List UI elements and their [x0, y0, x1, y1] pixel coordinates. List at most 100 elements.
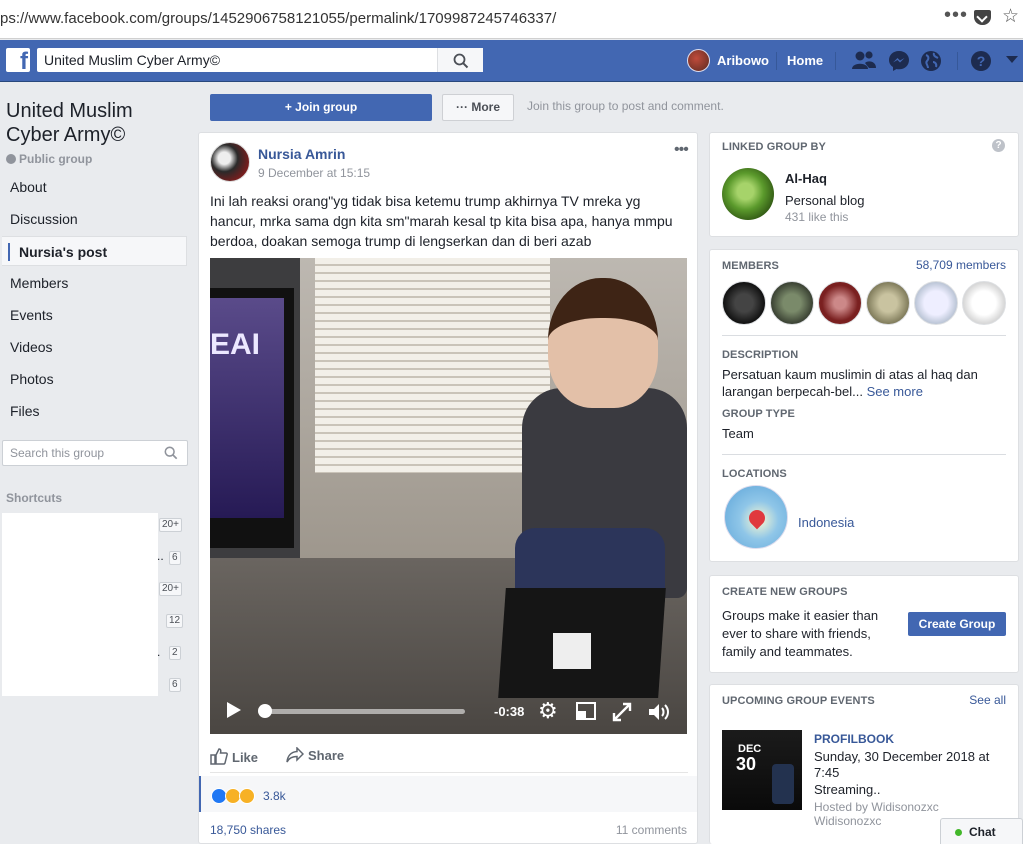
sidebar-item-events[interactable]: Events: [2, 300, 187, 330]
help-icon[interactable]: ?: [992, 139, 1005, 152]
facebook-logo-icon[interactable]: f: [6, 48, 30, 72]
post-author[interactable]: Nursia Amrin: [258, 146, 345, 162]
ellipsis-icon: ···: [455, 100, 468, 114]
svg-text:?: ?: [977, 53, 986, 69]
locations-title: LOCATIONS: [722, 468, 787, 480]
linked-page-avatar[interactable]: [722, 168, 774, 220]
facebook-top-bar: f Aribowo Home ?: [0, 40, 1023, 82]
video-time-remaining: -0:38: [494, 704, 525, 719]
see-more-link[interactable]: See more: [867, 384, 923, 399]
video-progress-bar[interactable]: [262, 709, 465, 714]
home-link[interactable]: Home: [787, 53, 823, 68]
profile-link[interactable]: Aribowo: [717, 53, 769, 68]
shortcut-badge: 20+: [159, 582, 182, 596]
avatar[interactable]: [866, 281, 910, 325]
join-group-button[interactable]: + Join group: [210, 94, 432, 121]
globe-icon[interactable]: [920, 50, 942, 72]
reactions-bar[interactable]: 3.8k: [199, 776, 697, 812]
shortcut-badge: 2: [169, 646, 181, 660]
shares-count[interactable]: 18,750 shares: [210, 823, 286, 837]
ellipsis-icon[interactable]: •••: [944, 4, 968, 27]
caret-down-icon[interactable]: [1006, 56, 1018, 64]
pocket-icon[interactable]: [974, 10, 991, 25]
sidebar-item-discussion[interactable]: Discussion: [2, 204, 187, 234]
browser-url-bar[interactable]: ps://www.facebook.com/groups/14529067581…: [0, 0, 1023, 39]
group-type-title: GROUP TYPE: [722, 408, 795, 420]
shortcut-badge: 20+: [159, 518, 182, 532]
chat-tab[interactable]: Chat: [940, 818, 1023, 844]
event-day: 30: [736, 754, 757, 774]
upcoming-events-title: UPCOMING GROUP EVENTS: [722, 695, 875, 707]
divider: [776, 52, 777, 70]
linked-page-category: Personal blog: [785, 193, 865, 208]
reactions-count[interactable]: 3.8k: [263, 789, 286, 803]
group-privacy: Public group: [6, 152, 92, 166]
event-image-detail: [772, 764, 794, 804]
sidebar-item-videos[interactable]: Videos: [2, 332, 187, 362]
share-button[interactable]: Share: [286, 746, 344, 763]
play-icon[interactable]: [227, 702, 241, 718]
comments-count[interactable]: 11 comments: [616, 823, 687, 837]
linked-page-name[interactable]: Al-Haq: [785, 171, 827, 186]
event-status: Streaming..: [814, 782, 881, 797]
picture-in-picture-icon[interactable]: [576, 702, 596, 720]
friend-requests-icon[interactable]: [851, 50, 877, 70]
like-button[interactable]: Like: [210, 747, 258, 765]
see-all-link[interactable]: See all: [969, 693, 1006, 707]
avatar[interactable]: [210, 142, 250, 182]
group-type-value: Team: [722, 426, 754, 441]
location-link[interactable]: Indonesia: [798, 515, 854, 530]
location-map[interactable]: [724, 485, 788, 549]
post-card: Nursia Amrin 9 December at 15:15 ••• Ini…: [198, 132, 698, 844]
avatar[interactable]: [962, 281, 1006, 325]
linked-page-likes: 431 like this: [785, 210, 849, 224]
divider: [722, 454, 1006, 455]
video-frame: [315, 258, 550, 473]
divider: [722, 335, 1006, 336]
search-button[interactable]: [437, 48, 483, 72]
share-icon: [286, 746, 305, 763]
sidebar-item-nursias-post[interactable]: Nursia's post: [2, 236, 187, 266]
search-icon[interactable]: [164, 446, 178, 460]
shortcuts-title: Shortcuts: [6, 491, 63, 505]
help-icon[interactable]: ?: [970, 50, 992, 72]
avatar[interactable]: [722, 281, 766, 325]
video-frame: [548, 278, 658, 408]
sidebar-item-about[interactable]: About: [2, 172, 187, 202]
create-group-card: CREATE NEW GROUPS Groups make it easier …: [709, 575, 1019, 673]
avatar[interactable]: [818, 281, 862, 325]
post-timestamp[interactable]: 9 December at 15:15: [258, 166, 370, 180]
avatar[interactable]: [770, 281, 814, 325]
more-button[interactable]: ··· More: [442, 94, 514, 121]
create-group-button[interactable]: Create Group: [908, 612, 1006, 636]
event-name[interactable]: PROFILBOOK: [814, 732, 894, 746]
top-search: [37, 48, 483, 72]
post-options-icon[interactable]: •••: [674, 141, 689, 159]
group-search: [2, 440, 188, 466]
avatar[interactable]: [687, 49, 710, 72]
url-text[interactable]: ps://www.facebook.com/groups/14529067581…: [0, 10, 556, 27]
gear-icon[interactable]: ⚙: [538, 700, 558, 722]
fullscreen-icon[interactable]: [611, 701, 633, 723]
event-date: Sunday, 30 December 2018 at 7:45: [814, 749, 990, 780]
wow-reaction-icon: [239, 788, 255, 804]
event-image[interactable]: DEC 30: [722, 730, 802, 810]
members-count[interactable]: 58,709 members: [916, 258, 1006, 272]
shortcut-badge: 12: [166, 614, 184, 628]
messenger-icon[interactable]: [888, 50, 910, 72]
avatar[interactable]: [914, 281, 958, 325]
shortcut-badge: 6: [169, 678, 181, 692]
sidebar-item-photos[interactable]: Photos: [2, 364, 187, 394]
star-icon[interactable]: ☆: [1002, 5, 1019, 28]
group-title[interactable]: United Muslim Cyber Army©: [6, 99, 191, 147]
divider: [835, 52, 836, 70]
sidebar-item-files[interactable]: Files: [2, 396, 187, 426]
group-search-input[interactable]: [3, 441, 153, 465]
sidebar-item-members[interactable]: Members: [2, 268, 187, 298]
top-search-input[interactable]: [37, 48, 442, 72]
video-player[interactable]: EAI -0:38 ⚙: [210, 258, 687, 734]
shortcuts-list[interactable]: [2, 513, 158, 696]
volume-icon[interactable]: [647, 701, 671, 723]
video-progress-handle[interactable]: [258, 704, 272, 718]
linked-group-card: LINKED GROUP BY ? Al-Haq Personal blog 4…: [709, 132, 1019, 237]
